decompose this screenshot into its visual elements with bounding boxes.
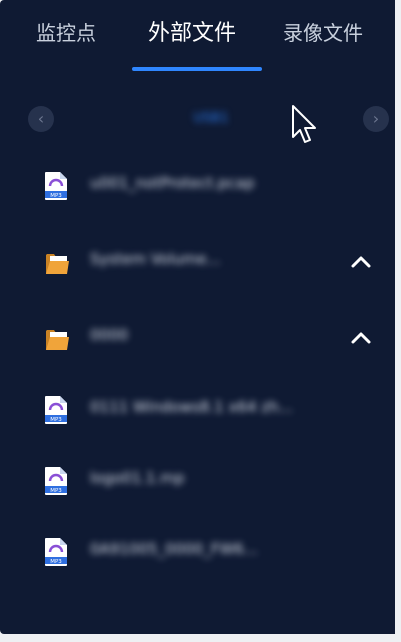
folder-icon xyxy=(46,254,69,274)
mp3-file-icon: MP3 xyxy=(45,467,67,495)
file-name: 0000 xyxy=(90,326,129,344)
next-folder-button[interactable]: › xyxy=(363,106,389,132)
chevron-up-icon[interactable] xyxy=(346,326,376,350)
mp3-badge-text: MP3 xyxy=(50,193,62,199)
mp3-file-icon: MP3 xyxy=(45,538,67,566)
file-name: 0A91005_0000_FW6... xyxy=(90,540,259,558)
tab-monitoring-points[interactable]: 监控点 xyxy=(36,17,96,46)
tab-bar: 监控点 外部文件 录像文件 xyxy=(0,0,395,80)
list-item[interactable]: MP3 0A91005_0000_FW6... xyxy=(0,516,395,588)
mp3-file-icon: MP3 xyxy=(45,172,67,200)
file-name: 0111 Windows8.1 x64 zh... xyxy=(90,398,293,416)
mp3-file-icon: MP3 xyxy=(45,396,67,424)
chevron-up-icon[interactable] xyxy=(346,250,376,274)
file-name: System Volume... xyxy=(90,250,221,268)
mp3-badge-text: MP3 xyxy=(50,417,62,423)
current-folder-title: USB1 xyxy=(193,111,229,126)
list-item[interactable]: 0000 xyxy=(0,302,395,374)
list-item[interactable]: System Volume... xyxy=(0,226,395,298)
file-name: logo01.1.mp xyxy=(90,469,185,487)
mouse-pointer-icon xyxy=(292,105,316,143)
previous-folder-button[interactable]: ‹ xyxy=(28,106,54,132)
list-item[interactable]: MP3 u001_notProtect.pcap xyxy=(0,150,395,222)
tab-external-files[interactable]: 外部文件 xyxy=(148,15,236,47)
mp3-badge-text: MP3 xyxy=(50,488,62,494)
active-tab-indicator xyxy=(132,67,262,71)
list-item[interactable]: MP3 0111 Windows8.1 x64 zh... xyxy=(0,374,395,446)
list-item[interactable]: MP3 logo01.1.mp xyxy=(0,445,395,517)
mp3-badge-text: MP3 xyxy=(50,559,62,565)
external-files-panel: 监控点 外部文件 录像文件 ‹ USB1 › MP3 u001_notProte… xyxy=(0,0,395,634)
tab-recording-files[interactable]: 录像文件 xyxy=(283,17,363,46)
folder-navigation: ‹ USB1 › xyxy=(0,96,395,144)
file-name: u001_notProtect.pcap xyxy=(90,174,255,192)
folder-icon xyxy=(46,330,69,350)
